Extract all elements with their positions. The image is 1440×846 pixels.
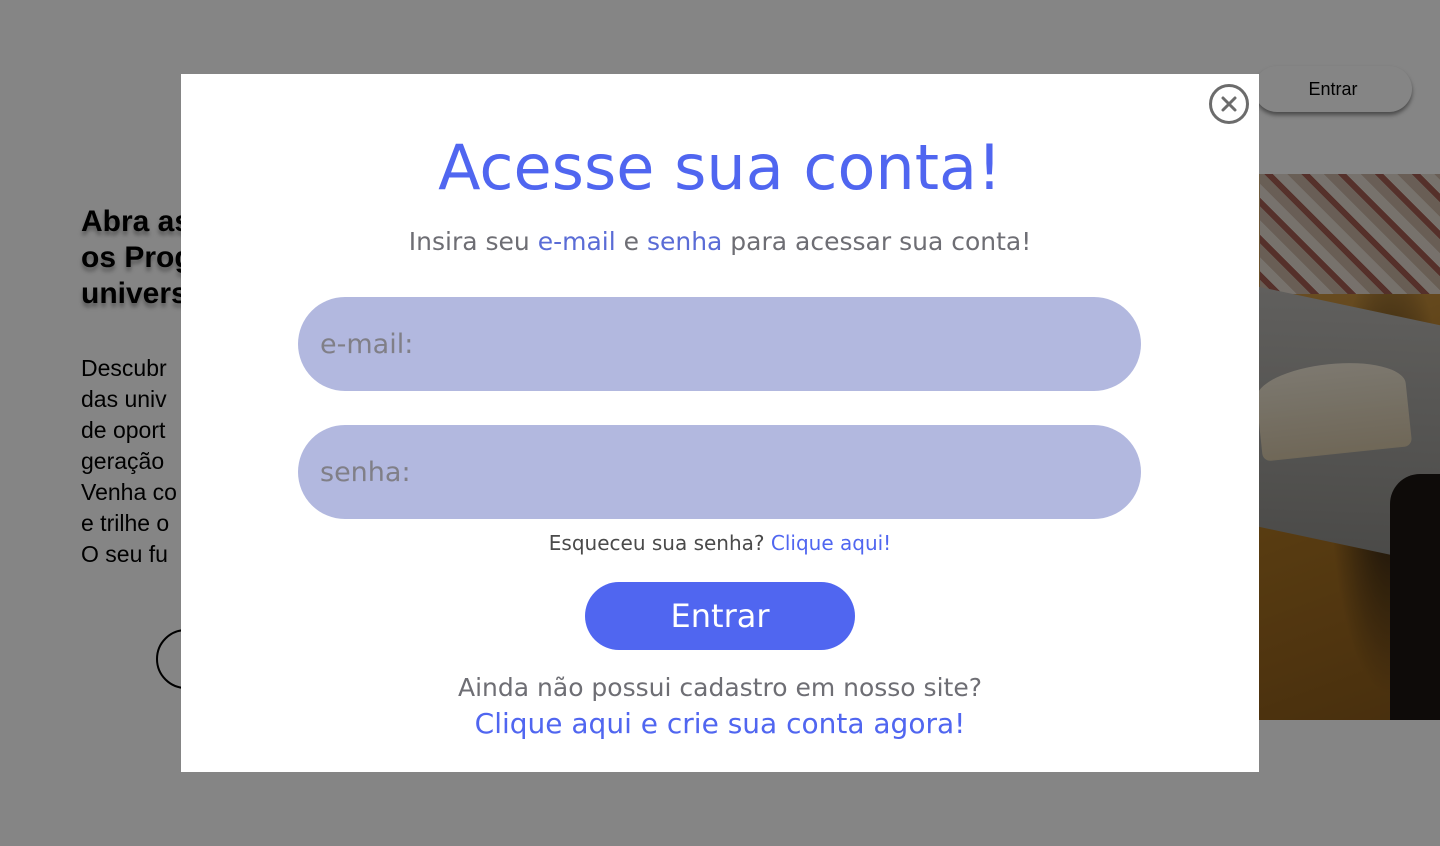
forgot-password: Esqueceu sua senha? Clique aqui! bbox=[181, 529, 1259, 557]
password-field[interactable] bbox=[298, 425, 1141, 519]
login-submit-button[interactable]: Entrar bbox=[585, 582, 855, 650]
modal-subtitle: Insira seu e-mail e senha para acessar s… bbox=[181, 226, 1259, 258]
email-field[interactable] bbox=[298, 297, 1141, 391]
subtitle-email-highlight: e-mail bbox=[537, 227, 616, 256]
signup-link[interactable]: Clique aqui e crie sua conta agora! bbox=[181, 706, 1259, 742]
login-modal: Acesse sua conta! Insira seu e-mail e se… bbox=[181, 74, 1259, 772]
subtitle-prefix: Insira seu bbox=[408, 227, 538, 256]
close-button[interactable] bbox=[1209, 84, 1249, 124]
forgot-password-link[interactable]: Clique aqui! bbox=[771, 531, 891, 555]
subtitle-mid: e bbox=[615, 227, 647, 256]
forgot-text: Esqueceu sua senha? bbox=[548, 531, 771, 555]
signup-question: Ainda não possui cadastro em nosso site? bbox=[458, 673, 982, 702]
subtitle-password-highlight: senha bbox=[646, 227, 723, 256]
subtitle-suffix: para acessar sua conta! bbox=[722, 227, 1032, 256]
modal-title: Acesse sua conta! bbox=[438, 131, 1002, 204]
close-icon bbox=[1221, 96, 1237, 112]
